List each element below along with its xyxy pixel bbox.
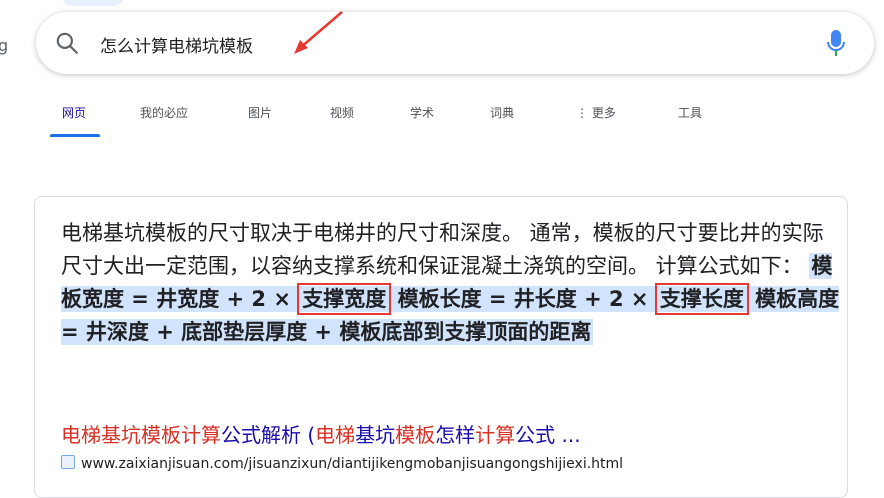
answer-card: 电梯基坑模板的尺寸取决于电梯井的尺寸和深度。 通常，模板的尺寸要比井的实际尺寸大… — [34, 196, 848, 498]
logo-fragment: g — [0, 36, 9, 55]
result-url-text: www.zaixianjisuan.com/jisuanzixun/dianti… — [81, 456, 624, 472]
tab-images[interactable]: 图片 — [248, 104, 272, 121]
title-part: 基坑 — [355, 423, 396, 447]
tab-more[interactable]: ⋮ 更多 — [576, 104, 616, 121]
title-part: 怎样 — [435, 423, 476, 447]
search-vertical-tabs: 网页 我的必应 图片 视频 学术 词典 ⋮ 更多 工具 — [0, 98, 884, 142]
title-part: 电梯 — [315, 423, 356, 447]
title-part: 公式解析 ( — [221, 423, 316, 447]
title-part: 电梯基坑 — [61, 423, 141, 447]
active-tab-indicator — [50, 134, 100, 137]
result-title-link[interactable]: 电梯基坑模板计算公式解析 (电梯基坑模板怎样计算公式 ... — [61, 419, 581, 448]
title-part: 计算 — [181, 423, 221, 447]
boxed-term-support-length: 支撑长度 — [654, 283, 749, 315]
tab-academic[interactable]: 学术 — [410, 104, 434, 121]
top-tab-fragment — [62, 0, 124, 6]
boxed-term-support-width: 支撑宽度 — [297, 283, 392, 315]
microphone-icon[interactable] — [824, 28, 848, 58]
tab-web[interactable]: 网页 — [62, 104, 86, 121]
search-box[interactable]: 怎么计算电梯坑模板 — [36, 12, 874, 74]
search-icon[interactable] — [54, 30, 80, 56]
snippet-intro: 电梯基坑模板的尺寸取决于电梯井的尺寸和深度。 通常，模板的尺寸要比井的实际尺寸大… — [61, 221, 824, 278]
tab-tools[interactable]: 工具 — [678, 104, 702, 121]
site-favicon — [61, 455, 75, 469]
formula-length-part: 模板长度 = 井长度 + 2 × — [388, 286, 658, 312]
title-part: 公式 ... — [515, 423, 581, 447]
title-part: 模板 — [141, 423, 181, 447]
title-part: 模板 — [395, 423, 436, 447]
tab-dictionary[interactable]: 词典 — [490, 104, 514, 121]
tab-my-bing[interactable]: 我的必应 — [140, 104, 188, 121]
tab-videos[interactable]: 视频 — [330, 104, 354, 121]
search-input[interactable]: 怎么计算电梯坑模板 — [100, 32, 253, 57]
answer-snippet: 电梯基坑模板的尺寸取决于电梯井的尺寸和深度。 通常，模板的尺寸要比井的实际尺寸大… — [61, 217, 841, 349]
title-part: 计算 — [475, 423, 516, 447]
result-url[interactable]: www.zaixianjisuan.com/jisuanzixun/dianti… — [61, 455, 623, 472]
annotation-arrow — [294, 11, 343, 54]
